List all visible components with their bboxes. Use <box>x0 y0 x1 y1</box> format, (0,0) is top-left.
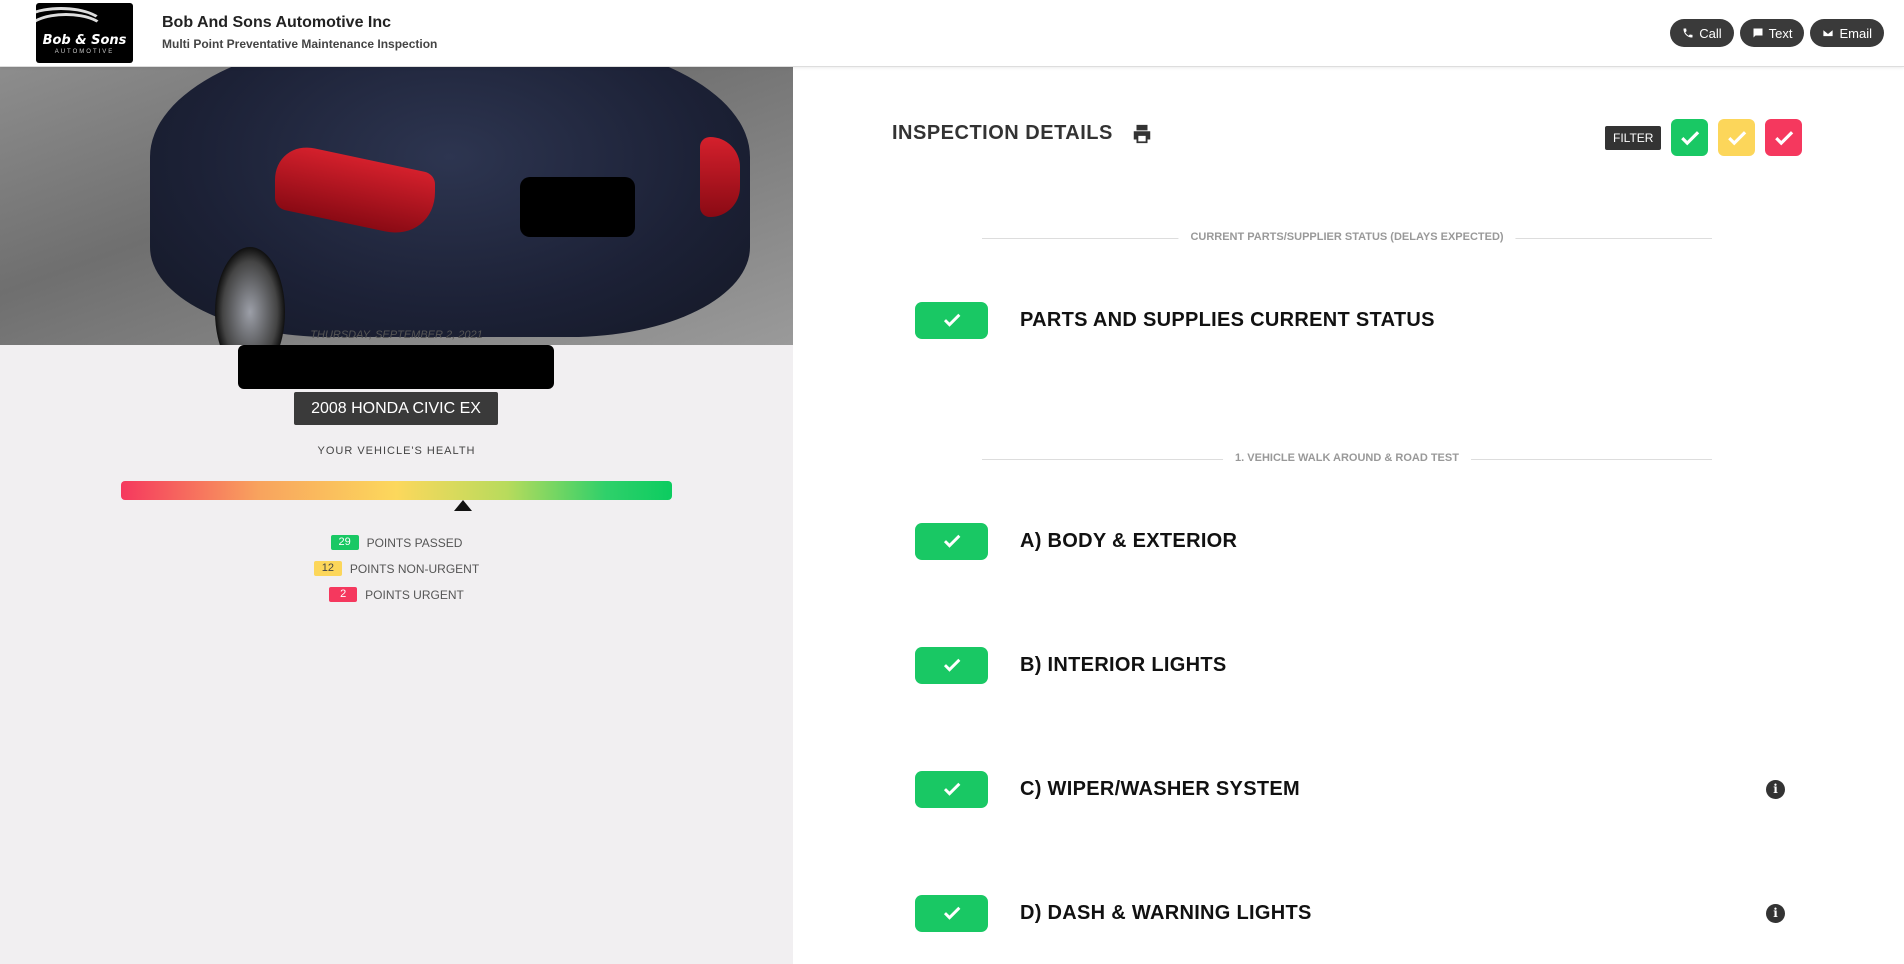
status-passed-button[interactable] <box>915 522 988 560</box>
points-urgent-row: 2 POINTS URGENT <box>0 587 793 602</box>
redacted-plate <box>520 177 635 237</box>
print-icon[interactable] <box>1131 123 1153 145</box>
inspection-item-label[interactable]: B) INTERIOR LIGHTS <box>1020 654 1227 677</box>
vehicle-panel: THURSDAY, SEPTEMBER 2, 2021 2008 HONDA C… <box>0 67 793 964</box>
points-nonurgent-label: POINTS NON-URGENT <box>349 561 480 576</box>
inspection-date: THURSDAY, SEPTEMBER 2, 2021 <box>310 329 483 341</box>
check-icon <box>943 906 960 920</box>
phone-icon <box>1683 28 1693 38</box>
points-urgent-label: POINTS URGENT <box>365 587 464 602</box>
status-passed-button[interactable] <box>915 301 988 339</box>
status-passed-button[interactable] <box>915 770 988 808</box>
filter-nonurgent-button[interactable] <box>1718 119 1756 156</box>
email-button[interactable]: Email <box>1810 19 1884 47</box>
page-subtitle: Multi Point Preventative Maintenance Ins… <box>162 37 438 51</box>
check-icon <box>1728 130 1747 145</box>
check-icon <box>943 534 960 548</box>
call-label: Call <box>1699 25 1722 41</box>
envelope-icon <box>1823 29 1834 37</box>
inspection-item: D) DASH & WARNING LIGHTS i <box>915 894 1785 932</box>
inspection-item: PARTS AND SUPPLIES CURRENT STATUS <box>915 301 1785 339</box>
info-icon[interactable]: i <box>1766 903 1785 923</box>
status-passed-button[interactable] <box>915 894 988 932</box>
filter-group: FILTER <box>1605 119 1803 156</box>
car-taillight <box>700 137 740 217</box>
filter-label: FILTER <box>1605 125 1662 150</box>
vehicle-name-badge: 2008 HONDA CIVIC EX <box>294 392 498 425</box>
redacted-customer-name <box>238 345 554 389</box>
health-label: YOUR VEHICLE'S HEALTH <box>317 445 476 457</box>
inspection-item: B) INTERIOR LIGHTS <box>915 646 1785 684</box>
contact-buttons: Call Text Email <box>1670 19 1884 47</box>
inspection-panel: INSPECTION DETAILS FILTER CURRENT PARTS/… <box>793 67 1904 964</box>
info-icon[interactable]: i <box>1766 779 1785 799</box>
company-logo[interactable]: Bob & Sons AUTOMOTIVE <box>36 3 133 63</box>
section-heading: CURRENT PARTS/SUPPLIER STATUS (DELAYS EX… <box>1178 231 1516 243</box>
points-urgent-count: 2 <box>329 587 358 602</box>
check-icon <box>943 782 960 796</box>
company-name: Bob And Sons Automotive Inc <box>162 14 392 31</box>
health-pointer <box>453 500 472 511</box>
text-label: Text <box>1768 25 1793 41</box>
check-icon <box>1775 130 1794 145</box>
top-header: Bob & Sons AUTOMOTIVE Bob And Sons Autom… <box>0 0 1904 67</box>
logo-subtext: AUTOMOTIVE <box>54 49 115 55</box>
filter-urgent-button[interactable] <box>1765 119 1803 156</box>
email-label: Email <box>1839 25 1872 41</box>
inspection-item-label[interactable]: C) WIPER/WASHER SYSTEM <box>1020 778 1300 801</box>
inspection-item: A) BODY & EXTERIOR <box>915 522 1785 560</box>
inspection-item-label[interactable]: A) BODY & EXTERIOR <box>1020 530 1237 553</box>
inspection-item-label[interactable]: PARTS AND SUPPLIES CURRENT STATUS <box>1020 309 1435 332</box>
status-passed-button[interactable] <box>915 646 988 684</box>
vehicle-photo[interactable] <box>0 67 793 345</box>
points-nonurgent-count: 12 <box>313 561 342 576</box>
filter-passed-button[interactable] <box>1671 119 1709 156</box>
check-icon <box>943 658 960 672</box>
chat-icon <box>1753 28 1763 38</box>
inspection-title: INSPECTION DETAILS <box>892 122 1153 145</box>
section-divider: 1. VEHICLE WALK AROUND & ROAD TEST <box>982 452 1712 464</box>
section-divider: CURRENT PARTS/SUPPLIER STATUS (DELAYS EX… <box>982 231 1712 243</box>
inspection-item-label[interactable]: D) DASH & WARNING LIGHTS <box>1020 902 1312 925</box>
points-passed-row: 29 POINTS PASSED <box>0 535 793 550</box>
text-button[interactable]: Text <box>1739 19 1805 47</box>
check-icon <box>943 313 960 327</box>
check-icon <box>1681 130 1700 145</box>
call-button[interactable]: Call <box>1670 19 1734 47</box>
points-passed-label: POINTS PASSED <box>366 535 463 550</box>
points-nonurgent-row: 12 POINTS NON-URGENT <box>0 561 793 576</box>
logo-text: Bob & Sons <box>42 33 127 48</box>
points-passed-count: 29 <box>330 535 359 550</box>
section-heading: 1. VEHICLE WALK AROUND & ROAD TEST <box>1223 452 1471 464</box>
inspection-title-text: INSPECTION DETAILS <box>892 122 1113 144</box>
health-bar <box>121 481 672 500</box>
inspection-item: C) WIPER/WASHER SYSTEM i <box>915 770 1785 808</box>
